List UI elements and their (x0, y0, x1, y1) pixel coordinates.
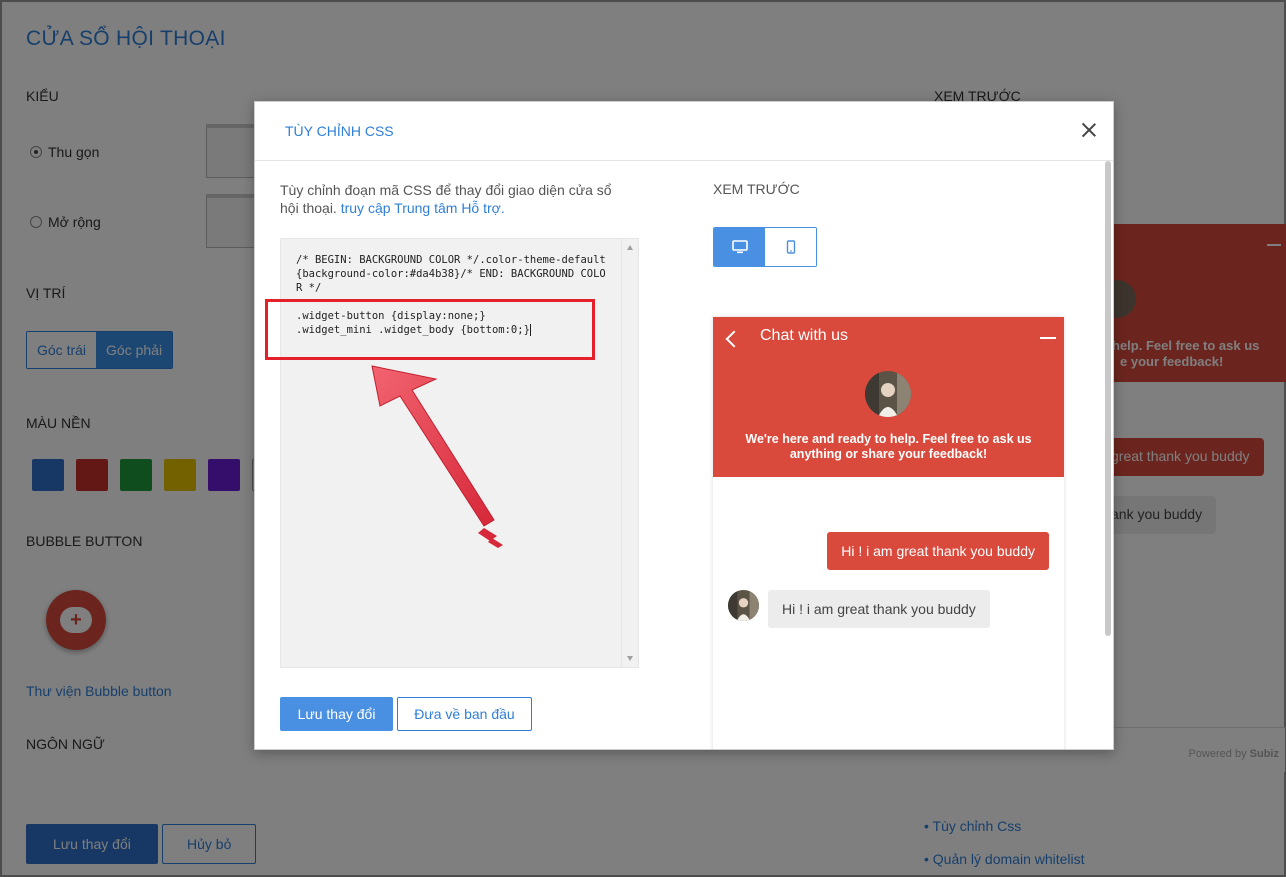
chat-widget-preview: Chat with us We're here and ready to hel… (713, 317, 1064, 749)
agent-avatar-small (728, 590, 759, 621)
device-toggle (713, 227, 817, 267)
mobile-view-button[interactable] (765, 228, 816, 266)
agent-avatar (865, 371, 911, 417)
scroll-up-icon[interactable] (627, 245, 633, 250)
code-line: /* BEGIN: BACKGROUND COLOR */.color-them… (296, 254, 606, 294)
preview-label: XEM TRƯỚC (713, 181, 800, 197)
help-center-link[interactable]: truy cập Trung tâm Hỗ trợ. (341, 200, 505, 216)
code-scrollbar[interactable] (621, 239, 638, 667)
close-icon[interactable] (1079, 120, 1099, 140)
modal-header: TÙY CHỈNH CSS (255, 102, 1113, 161)
highlight-box (265, 299, 595, 360)
modal-scrollbar[interactable] (1105, 161, 1111, 636)
custom-css-modal: TÙY CHỈNH CSS Tùy chỉnh đoạn mã CSS để t… (254, 101, 1114, 750)
incoming-message: Hi ! i am great thank you buddy (768, 590, 990, 628)
mobile-icon (786, 240, 795, 254)
minimize-icon[interactable] (1040, 337, 1056, 339)
modal-title: TÙY CHỈNH CSS (285, 123, 394, 139)
desktop-icon (731, 240, 748, 254)
back-icon[interactable] (725, 330, 743, 348)
scroll-down-icon[interactable] (627, 656, 633, 661)
welcome-text: We're here and ready to help. Feel free … (745, 432, 1032, 461)
save-button[interactable]: Lưu thay đổi (280, 697, 393, 731)
outgoing-message: Hi ! i am great thank you buddy (827, 532, 1049, 570)
widget-header: Chat with us We're here and ready to hel… (713, 317, 1064, 477)
widget-title: Chat with us (760, 327, 849, 344)
desktop-view-button[interactable] (714, 228, 765, 266)
reset-button[interactable]: Đưa về ban đầu (397, 697, 532, 731)
modal-description: Tùy chỉnh đoạn mã CSS để thay đổi giao d… (280, 182, 612, 216)
